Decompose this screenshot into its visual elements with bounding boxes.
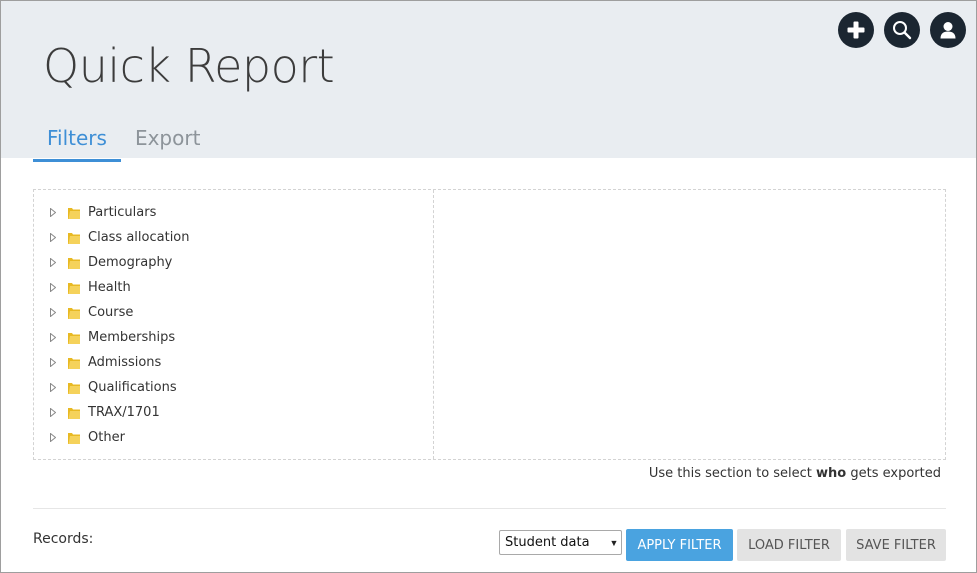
tab-export[interactable]: Export <box>121 120 214 162</box>
panel-divider <box>433 190 434 459</box>
header-actions <box>838 12 966 48</box>
user-button[interactable] <box>930 12 966 48</box>
page-title: Quick Report <box>43 39 335 93</box>
expand-arrow-icon[interactable] <box>48 283 58 293</box>
apply-filter-button[interactable]: APPLY FILTER <box>626 529 733 561</box>
tree-item-label: Qualifications <box>88 380 177 395</box>
add-button[interactable] <box>838 12 874 48</box>
tree-item-admissions[interactable]: Admissions <box>48 350 190 375</box>
tree-item-label: TRAX/1701 <box>88 405 160 420</box>
tree-item-label: Class allocation <box>88 230 190 245</box>
app-window: Quick Report Filters Export Particulars … <box>0 0 977 573</box>
hint-emphasis: who <box>816 466 847 481</box>
expand-arrow-icon[interactable] <box>48 258 58 268</box>
folder-icon <box>68 282 80 294</box>
section-divider <box>33 508 946 509</box>
folder-icon <box>68 232 80 244</box>
expand-arrow-icon[interactable] <box>48 333 58 343</box>
tree-item-label: Health <box>88 280 131 295</box>
page-header: Quick Report Filters Export <box>1 1 976 162</box>
tree-item-label: Particulars <box>88 205 157 220</box>
records-label: Records: <box>33 531 94 547</box>
tab-bar: Filters Export <box>33 120 214 162</box>
tab-filters[interactable]: Filters <box>33 120 121 162</box>
hint-prefix: Use this section to select <box>648 466 817 481</box>
records-select-value: Student data <box>505 535 590 550</box>
expand-arrow-icon[interactable] <box>48 208 58 218</box>
tree-item-particulars[interactable]: Particulars <box>48 200 190 225</box>
folder-icon <box>68 407 80 419</box>
category-tree: Particulars Class allocation Demography … <box>48 200 190 450</box>
tree-item-label: Memberships <box>88 330 176 345</box>
add-icon <box>847 21 865 39</box>
folder-icon <box>68 432 80 444</box>
tree-item-memberships[interactable]: Memberships <box>48 325 190 350</box>
tree-item-qualifications[interactable]: Qualifications <box>48 375 190 400</box>
tree-item-label: Course <box>88 305 134 320</box>
tree-item-health[interactable]: Health <box>48 275 190 300</box>
filter-panel: Particulars Class allocation Demography … <box>33 189 946 460</box>
folder-icon <box>68 332 80 344</box>
hint-suffix: gets exported <box>846 466 941 481</box>
save-filter-button[interactable]: SAVE FILTER <box>846 529 946 561</box>
tree-item-trax-1701[interactable]: TRAX/1701 <box>48 400 190 425</box>
tree-item-label: Admissions <box>88 355 162 370</box>
folder-icon <box>68 307 80 319</box>
folder-icon <box>68 357 80 369</box>
folder-icon <box>68 257 80 269</box>
folder-icon <box>68 382 80 394</box>
tree-item-course[interactable]: Course <box>48 300 190 325</box>
export-hint: Use this section to select who gets expo… <box>649 466 941 481</box>
load-filter-button[interactable]: LOAD FILTER <box>737 529 841 561</box>
folder-icon <box>68 207 80 219</box>
tree-item-other[interactable]: Other <box>48 425 190 450</box>
user-icon <box>940 22 956 39</box>
expand-arrow-icon[interactable] <box>48 308 58 318</box>
tree-item-demography[interactable]: Demography <box>48 250 190 275</box>
expand-arrow-icon[interactable] <box>48 408 58 418</box>
tree-item-class-allocation[interactable]: Class allocation <box>48 225 190 250</box>
search-button[interactable] <box>884 12 920 48</box>
expand-arrow-icon[interactable] <box>48 383 58 393</box>
expand-arrow-icon[interactable] <box>48 433 58 443</box>
records-select[interactable]: Student data ▼ <box>499 530 622 555</box>
search-icon <box>893 21 912 40</box>
tree-item-label: Demography <box>88 255 173 270</box>
dropdown-arrow-icon: ▼ <box>609 537 619 548</box>
expand-arrow-icon[interactable] <box>48 358 58 368</box>
tree-item-label: Other <box>88 430 125 445</box>
expand-arrow-icon[interactable] <box>48 233 58 243</box>
